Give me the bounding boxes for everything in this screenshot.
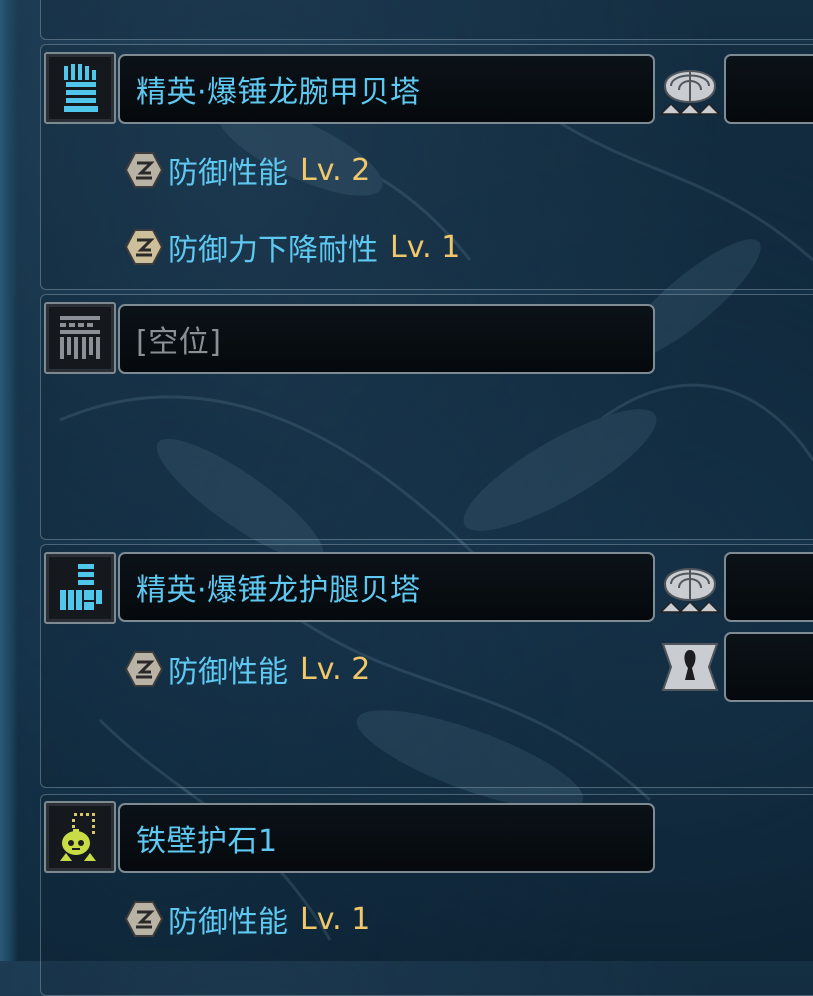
skill-row: 防御力下降耐性 Lv. 1 [124, 227, 461, 268]
skill-row: 防御性能 Lv. 2 [124, 649, 371, 690]
equipment-name-legs[interactable]: 精英·爆锤龙护腿贝塔 [118, 552, 655, 622]
skill-name: 防御性能 [168, 655, 288, 690]
waist-armor-icon[interactable] [44, 302, 116, 374]
equipment-name-arms[interactable]: 精英·爆锤龙腕甲贝塔 [118, 54, 655, 124]
leg-armor-icon[interactable] [44, 552, 116, 624]
skill-level: Lv. 1 [390, 229, 461, 265]
arm-armor-icon[interactable] [44, 52, 116, 124]
skill-gem-icon [124, 152, 164, 188]
charm-icon[interactable] [44, 801, 116, 873]
skill-gem-icon [124, 229, 164, 265]
skill-name: 防御力下降耐性 [168, 233, 378, 268]
large-decoration-slot-icon[interactable] [657, 554, 723, 620]
skill-level: Lv. 2 [300, 152, 371, 188]
decoration-slot-box[interactable] [724, 54, 813, 124]
equipment-panel-previous [40, 0, 813, 40]
equipment-name-waist-empty[interactable]: [空位] [118, 304, 655, 374]
skill-name: 防御性能 [168, 156, 288, 191]
decoration-slot-box[interactable] [724, 632, 813, 702]
small-decoration-slot-icon[interactable] [657, 634, 723, 700]
equipment-name-charm[interactable]: 铁壁护石1 [118, 803, 655, 873]
skill-gem-icon [124, 901, 164, 937]
skill-gem-icon [124, 651, 164, 687]
skill-row: 防御性能 Lv. 1 [124, 899, 371, 940]
large-decoration-slot-icon[interactable] [657, 56, 723, 122]
skill-level: Lv. 1 [300, 901, 371, 937]
decoration-slot-box[interactable] [724, 552, 813, 622]
skill-row: 防御性能 Lv. 2 [124, 150, 371, 191]
skill-name: 防御性能 [168, 905, 288, 940]
left-edge-shade [0, 0, 18, 961]
skill-level: Lv. 2 [300, 651, 371, 687]
